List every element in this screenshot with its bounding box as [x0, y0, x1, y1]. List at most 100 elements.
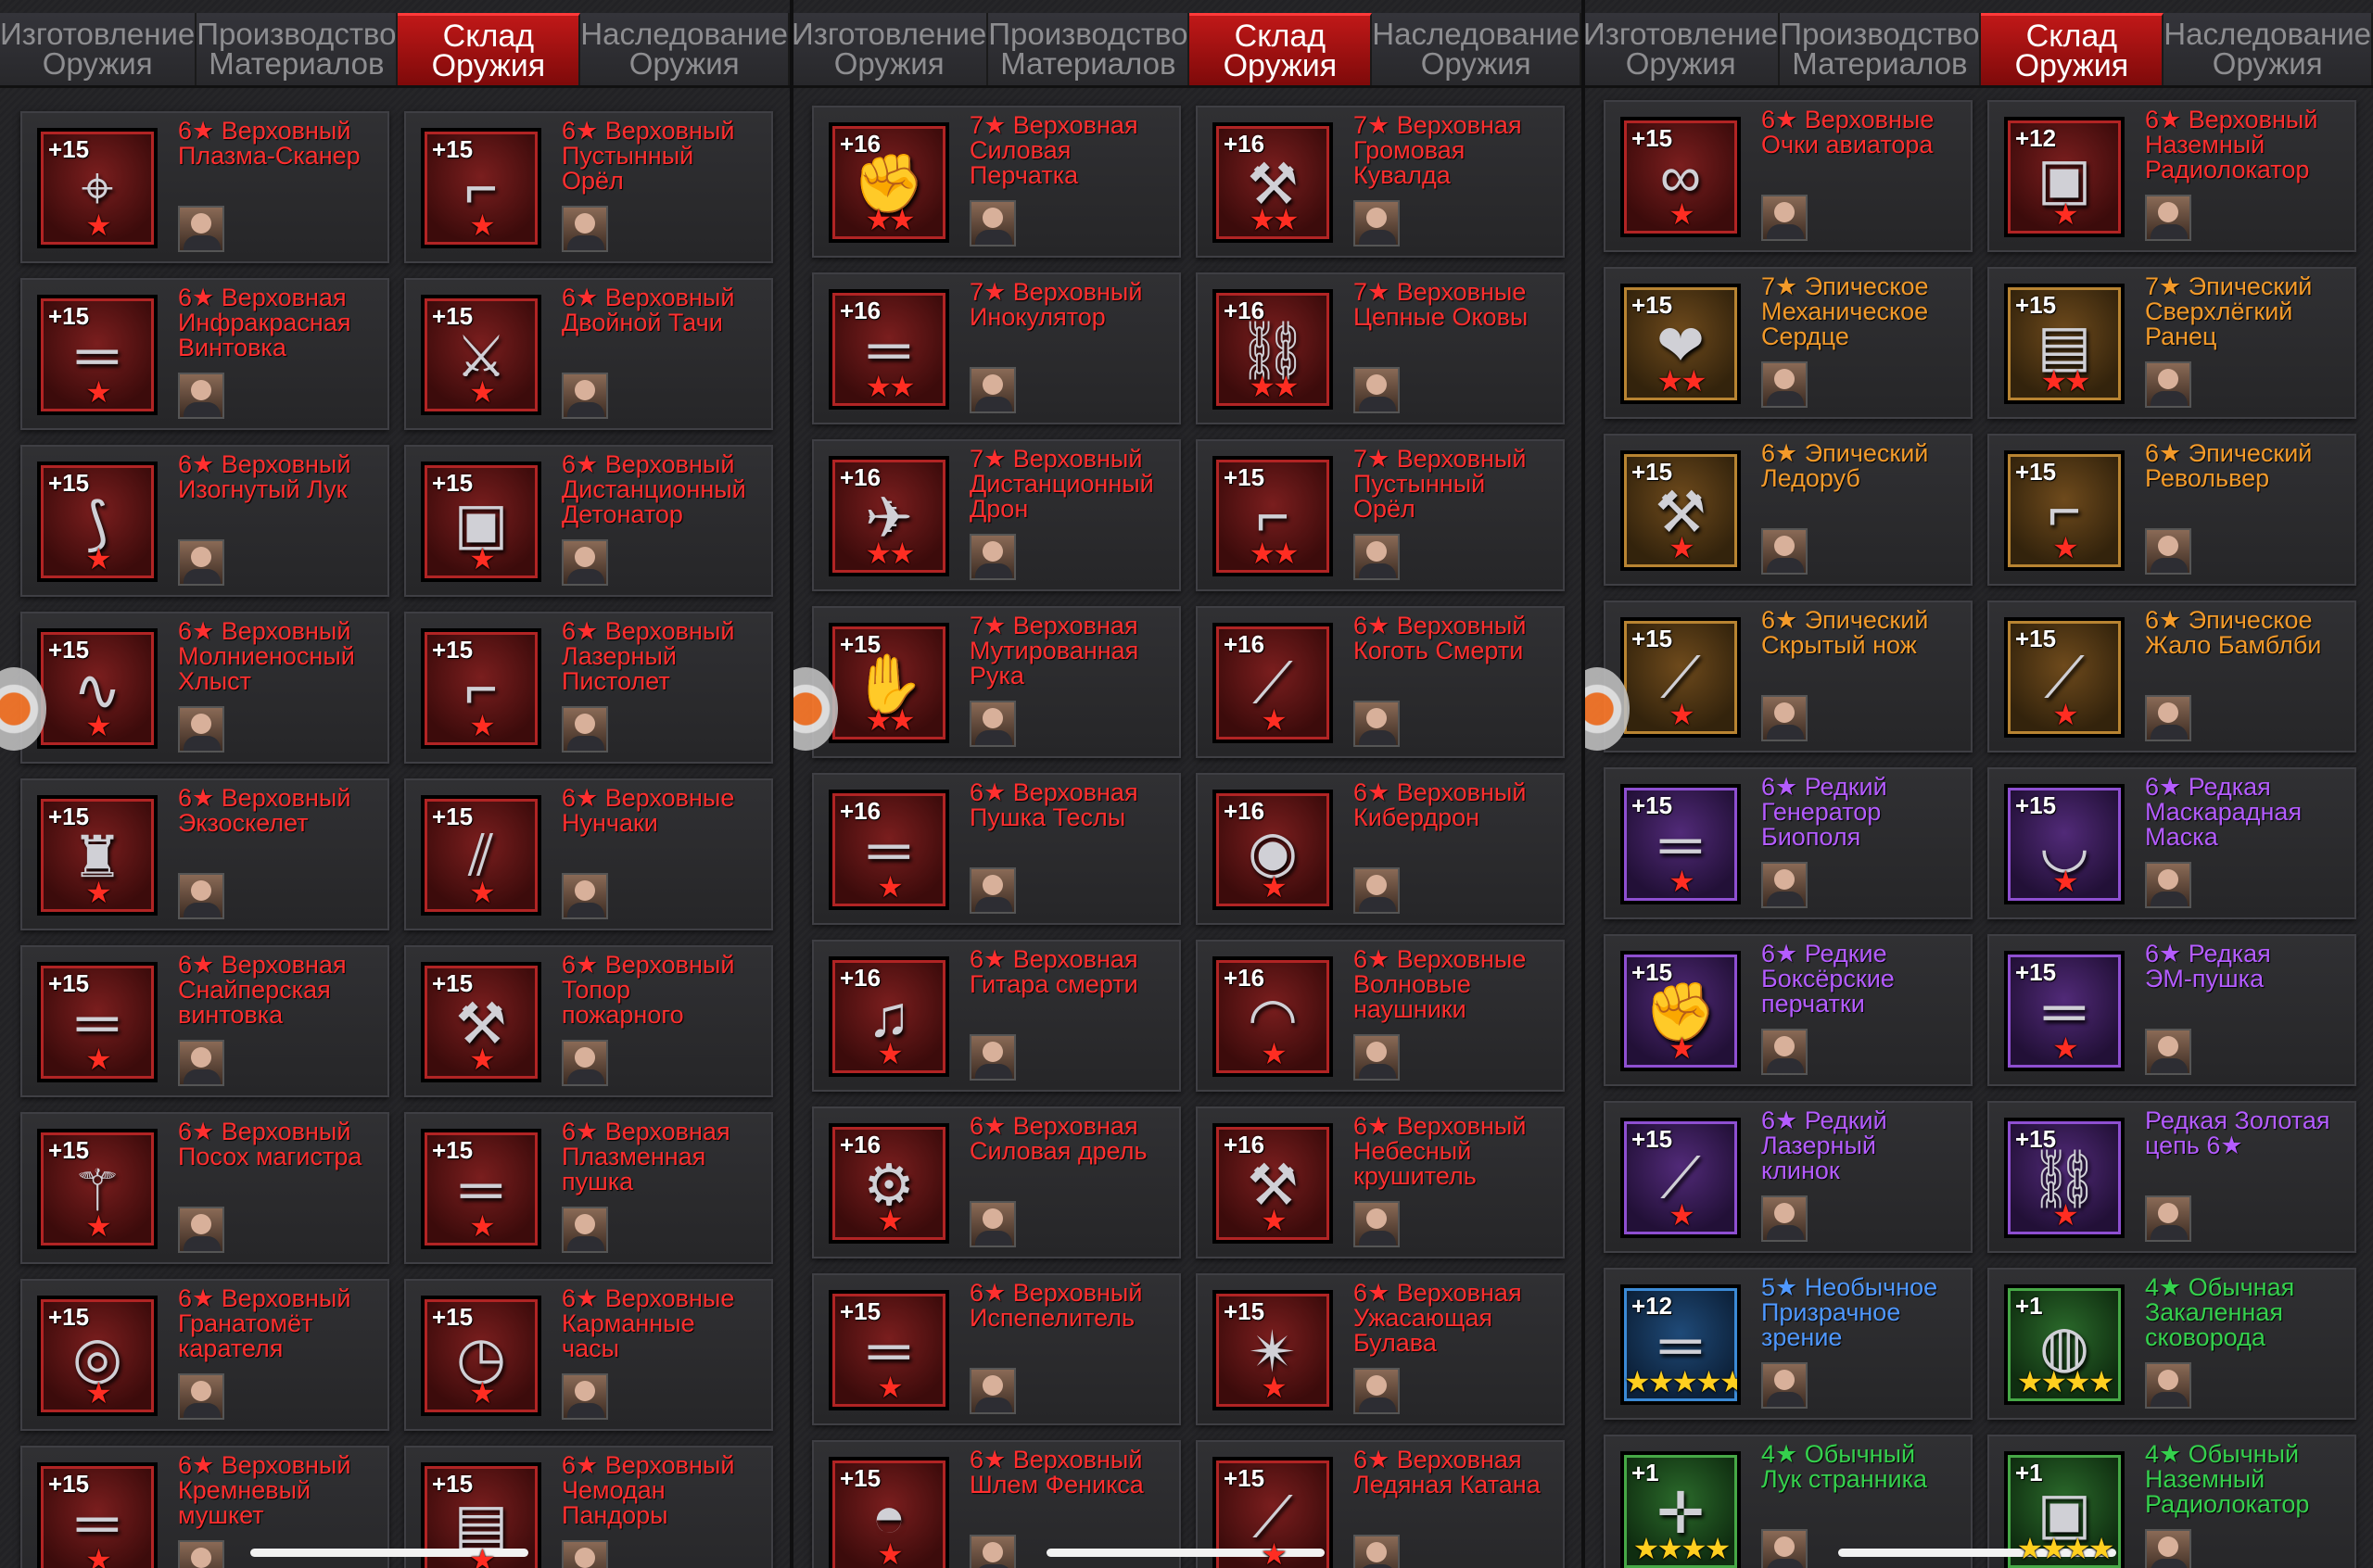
- hero-avatar[interactable]: [1353, 367, 1400, 413]
- weapon-card[interactable]: +16 ═ ★★ 7★ Верховный Инокулятор: [812, 272, 1181, 424]
- weapon-thumbnail[interactable]: +15 ❤ ★★: [1620, 284, 1741, 404]
- weapon-thumbnail[interactable]: +16 ⟋ ★: [1212, 623, 1333, 743]
- weapon-card[interactable]: +1 ▣ ★★★★ 4★ Обычный Наземный Радиолокатор: [1987, 1435, 2356, 1568]
- weapon-card[interactable]: +15 ✋ ★★ 7★ Верховная Мутированная Рука: [812, 606, 1181, 758]
- hero-avatar[interactable]: [178, 706, 224, 752]
- weapon-card[interactable]: +15 ═ ★ 6★ Верховная Инфракрасная Винтовка: [20, 278, 389, 430]
- hero-avatar[interactable]: [970, 1368, 1016, 1414]
- tab-0[interactable]: Изготовление Оружия: [792, 13, 989, 85]
- weapon-thumbnail[interactable]: +15 ⟋ ★: [2004, 617, 2125, 738]
- weapon-thumbnail[interactable]: +15 ▤ ★: [421, 1462, 541, 1568]
- weapon-thumbnail[interactable]: +15 ◡ ★: [2004, 784, 2125, 904]
- weapon-card[interactable]: +15 ⚒ ★ 6★ Эпический Ледоруб: [1604, 434, 1973, 586]
- hero-avatar[interactable]: [1761, 1195, 1808, 1242]
- weapon-thumbnail[interactable]: +15 ⌐ ★: [421, 128, 541, 248]
- hero-avatar[interactable]: [2145, 862, 2191, 908]
- hero-avatar[interactable]: [1761, 195, 1808, 241]
- hero-avatar[interactable]: [2145, 528, 2191, 575]
- weapon-thumbnail[interactable]: +16 ✈ ★★: [829, 456, 949, 576]
- hero-avatar[interactable]: [970, 200, 1016, 247]
- weapon-card[interactable]: +15 ⌖ ★ 6★ Верховный Плазма-Сканер: [20, 111, 389, 263]
- weapon-thumbnail[interactable]: +16 ◠ ★: [1212, 956, 1333, 1077]
- weapon-card[interactable]: +15 ⟋ ★ 6★ Редкий Лазерный клинок: [1604, 1101, 1973, 1253]
- hero-avatar[interactable]: [2145, 1029, 2191, 1075]
- tab-3[interactable]: Наследование Оружия: [580, 13, 790, 85]
- weapon-thumbnail[interactable]: +15 ═ ★: [2004, 951, 2125, 1071]
- tab-2[interactable]: Склад Оружия: [398, 13, 581, 85]
- weapon-card[interactable]: +15 ═ ★ 6★ Верховная Плазменная пушка: [404, 1112, 773, 1264]
- weapon-thumbnail[interactable]: +15 ◎ ★: [37, 1296, 158, 1416]
- hero-avatar[interactable]: [562, 1540, 608, 1568]
- weapon-thumbnail[interactable]: +15 ═ ★: [37, 295, 158, 415]
- hero-avatar[interactable]: [178, 373, 224, 419]
- hero-avatar[interactable]: [562, 206, 608, 252]
- weapon-card[interactable]: +15 ═ ★ 6★ Верховный Испепелитель: [812, 1273, 1181, 1425]
- weapon-thumbnail[interactable]: +15 ⌐ ★★: [1212, 456, 1333, 576]
- weapon-thumbnail[interactable]: +15 ◷ ★: [421, 1296, 541, 1416]
- hero-avatar[interactable]: [970, 867, 1016, 914]
- hero-avatar[interactable]: [178, 1040, 224, 1086]
- hero-avatar[interactable]: [1353, 1201, 1400, 1247]
- tab-2[interactable]: Склад Оружия: [1981, 13, 2164, 85]
- weapon-card[interactable]: +15 ∿ ★ 6★ Верховный Молниеносный Хлыст: [20, 612, 389, 764]
- weapon-thumbnail[interactable]: +15 ═ ★: [37, 1462, 158, 1568]
- weapon-card[interactable]: +15 ▤ ★ 6★ Верховный Чемодан Пандоры: [404, 1446, 773, 1568]
- weapon-card[interactable]: +16 ♫ ★ 6★ Верховная Гитара смерти: [812, 940, 1181, 1092]
- weapon-thumbnail[interactable]: +15 ✊ ★: [1620, 951, 1741, 1071]
- hero-avatar[interactable]: [1353, 1034, 1400, 1081]
- tab-1[interactable]: Производство Материалов: [197, 13, 399, 85]
- hero-avatar[interactable]: [562, 1040, 608, 1086]
- hero-avatar[interactable]: [970, 1034, 1016, 1081]
- weapon-thumbnail[interactable]: +16 ═ ★★: [829, 289, 949, 410]
- weapon-card[interactable]: +15 ⚔ ★ 6★ Верховный Двойной Тачи: [404, 278, 773, 430]
- weapon-card[interactable]: +16 ⚒ ★ 6★ Верховный Небесный крушитель: [1196, 1106, 1565, 1258]
- hero-avatar[interactable]: [1761, 1362, 1808, 1409]
- hero-avatar[interactable]: [562, 706, 608, 752]
- weapon-thumbnail[interactable]: +15 ⌐ ★: [2004, 450, 2125, 571]
- weapon-card[interactable]: +15 ⌐ ★ 6★ Верховный Пустынный Орёл: [404, 111, 773, 263]
- hero-avatar[interactable]: [1761, 862, 1808, 908]
- weapon-thumbnail[interactable]: +12 ▣ ★: [2004, 117, 2125, 237]
- hero-avatar[interactable]: [1353, 867, 1400, 914]
- weapon-card[interactable]: +15 ⟋ ★ 6★ Эпический Скрытый нож: [1604, 601, 1973, 752]
- hero-avatar[interactable]: [1761, 1529, 1808, 1568]
- hero-avatar[interactable]: [1761, 528, 1808, 575]
- weapon-thumbnail[interactable]: +15 ✴ ★: [1212, 1290, 1333, 1410]
- weapon-card[interactable]: +16 ◠ ★ 6★ Верховные Волновые наушники: [1196, 940, 1565, 1092]
- hero-avatar[interactable]: [562, 1373, 608, 1420]
- weapon-card[interactable]: +15 ◎ ★ 6★ Верховный Гранатомёт карателя: [20, 1279, 389, 1431]
- hero-avatar[interactable]: [970, 367, 1016, 413]
- weapon-card[interactable]: +16 ⟋ ★ 6★ Верховный Коготь Смерти: [1196, 606, 1565, 758]
- weapon-thumbnail[interactable]: +1 ✛ ★★★★: [1620, 1451, 1741, 1568]
- weapon-thumbnail[interactable]: +15 ═ ★: [1620, 784, 1741, 904]
- weapon-card[interactable]: +15 ▣ ★ 6★ Верховный Дистанционный Детонато…: [404, 445, 773, 597]
- weapon-card[interactable]: +16 ═ ★ 6★ Верховная Пушка Теслы: [812, 773, 1181, 925]
- hero-avatar[interactable]: [1353, 534, 1400, 580]
- weapon-thumbnail[interactable]: +1 ◍ ★★★★: [2004, 1284, 2125, 1405]
- weapon-card[interactable]: +15 ⛓ ★ Редкая Золотая цепь 6★: [1987, 1101, 2356, 1253]
- hero-avatar[interactable]: [562, 539, 608, 586]
- weapon-card[interactable]: +15 ═ ★ 6★ Редкая ЭМ-пушка: [1987, 934, 2356, 1086]
- weapon-card[interactable]: +15 ⌐ ★★ 7★ Верховный Пустынный Орёл: [1196, 439, 1565, 591]
- weapon-thumbnail[interactable]: +15 ⌐ ★: [421, 628, 541, 749]
- hero-avatar[interactable]: [178, 873, 224, 919]
- weapon-thumbnail[interactable]: +16 ⚒ ★: [1212, 1123, 1333, 1244]
- weapon-card[interactable]: +12 ═ ★★★★★ 5★ Необычное Призрачное зрение: [1604, 1268, 1973, 1420]
- weapon-thumbnail[interactable]: +15 ⚒ ★: [421, 962, 541, 1082]
- hero-avatar[interactable]: [970, 1535, 1016, 1568]
- hero-avatar[interactable]: [178, 1373, 224, 1420]
- weapon-card[interactable]: +16 ⚒ ★★ 7★ Верховная Громовая Кувалда: [1196, 106, 1565, 258]
- weapon-card[interactable]: +15 ▤ ★★ 7★ Эпический Сверхлёгкий Ранец: [1987, 267, 2356, 419]
- weapon-thumbnail[interactable]: +16 ⚒ ★★: [1212, 122, 1333, 243]
- hero-avatar[interactable]: [970, 1201, 1016, 1247]
- weapon-card[interactable]: +15 ⟋ ★ 6★ Эпическое Жало Бамблби: [1987, 601, 2356, 752]
- weapon-thumbnail[interactable]: +15 ∞ ★: [1620, 117, 1741, 237]
- weapon-card[interactable]: +15 ⌐ ★ 6★ Эпический Револьвер: [1987, 434, 2356, 586]
- weapon-thumbnail[interactable]: +15 ✋ ★★: [829, 623, 949, 743]
- weapon-thumbnail[interactable]: +15 ⚚ ★: [37, 1129, 158, 1249]
- weapon-thumbnail[interactable]: +15 ♜ ★: [37, 795, 158, 916]
- weapon-card[interactable]: +16 ✈ ★★ 7★ Верховный Дистанционный Дрон: [812, 439, 1181, 591]
- hero-avatar[interactable]: [562, 373, 608, 419]
- weapon-card[interactable]: +15 ◡ ★ 6★ Редкая Маскарадная Маска: [1987, 767, 2356, 919]
- weapon-card[interactable]: +15 ✊ ★ 6★ Редкие Боксёрские перчатки: [1604, 934, 1973, 1086]
